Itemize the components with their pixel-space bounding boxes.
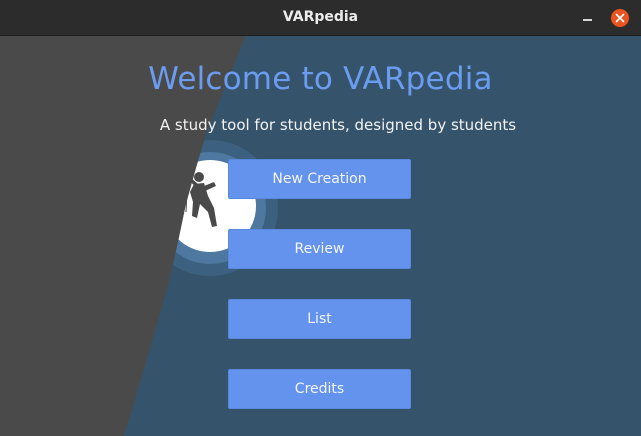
- credits-button[interactable]: Credits: [228, 369, 411, 409]
- title-bar[interactable]: VARpedia: [0, 0, 641, 36]
- list-button[interactable]: List: [228, 299, 411, 339]
- tagline: A study tool for students, designed by s…: [159, 116, 517, 134]
- minimize-icon[interactable]: [579, 9, 597, 27]
- window-title: VARpedia: [282, 9, 359, 25]
- app-window: VARpedia Welcome to VARpedia A study too…: [0, 0, 641, 436]
- main-panel: Welcome to VARpedia A study tool for stu…: [0, 36, 641, 436]
- close-icon[interactable]: [611, 9, 629, 27]
- welcome-heading: Welcome to VARpedia: [148, 61, 493, 97]
- review-button[interactable]: Review: [228, 229, 411, 269]
- new-creation-button[interactable]: New Creation: [228, 159, 411, 199]
